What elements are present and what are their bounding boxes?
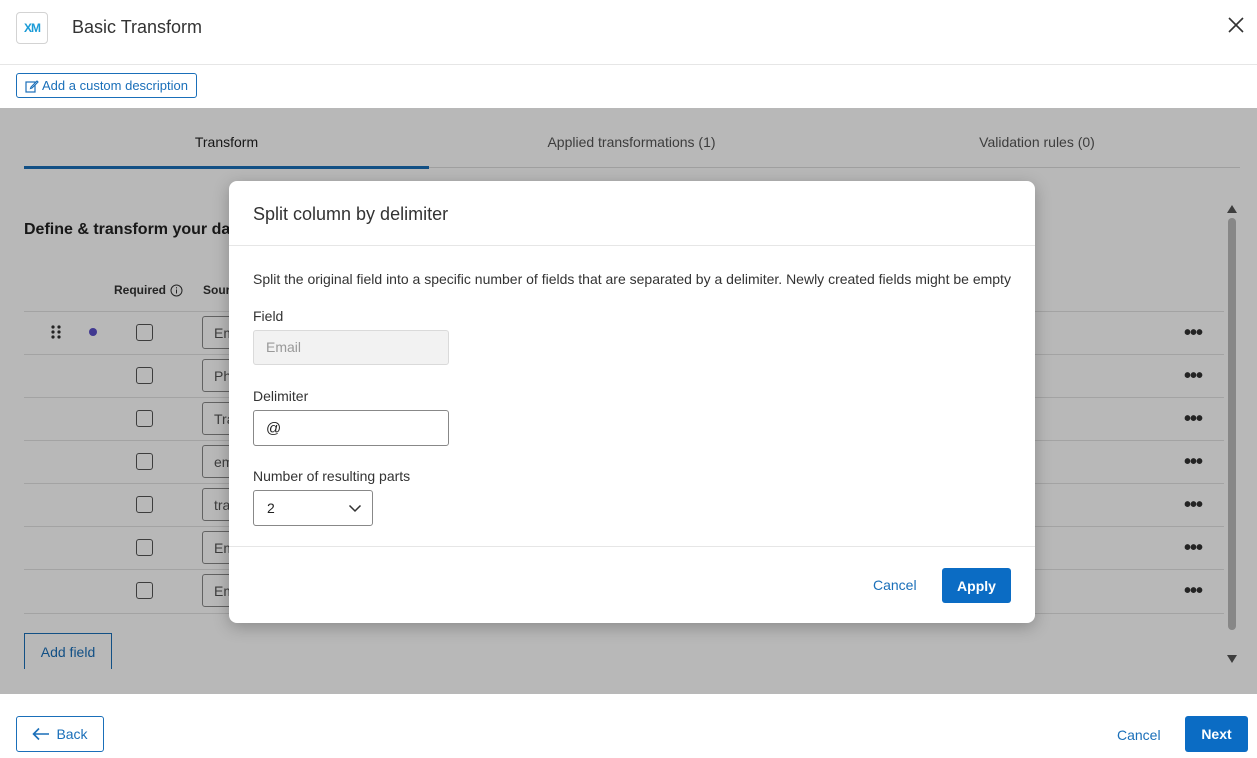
divider [229, 546, 1035, 547]
arrow-left-icon [32, 727, 50, 741]
header: XM Basic Transform [0, 0, 1257, 65]
dialog-title: Split column by delimiter [253, 204, 449, 224]
edit-icon [25, 79, 39, 93]
delimiter-input[interactable] [253, 410, 449, 446]
dialog-description: Split the original field into a specific… [253, 271, 1011, 287]
next-button[interactable]: Next [1185, 716, 1248, 752]
delimiter-label: Delimiter [253, 388, 309, 404]
divider [229, 245, 1035, 246]
back-label: Back [56, 726, 88, 742]
close-icon[interactable] [1225, 14, 1247, 36]
footer-cancel-button[interactable]: Cancel [1117, 727, 1161, 743]
parts-value: 2 [267, 500, 275, 516]
footer: Back Cancel Next [0, 694, 1257, 758]
dialog-cancel-button[interactable]: Cancel [873, 577, 917, 593]
page-title: Basic Transform [72, 17, 203, 37]
back-button[interactable]: Back [16, 716, 104, 752]
chevron-down-icon [348, 504, 362, 513]
resulting-parts-select[interactable]: 2 [253, 490, 373, 526]
add-description-label: Add a custom description [42, 78, 188, 93]
xm-logo: XM [16, 12, 48, 44]
add-description-button[interactable]: Add a custom description [16, 73, 197, 98]
split-column-dialog: Split column by delimiter Split the orig… [229, 181, 1035, 623]
field-label: Field [253, 308, 284, 324]
field-input: Email [253, 330, 449, 365]
apply-button[interactable]: Apply [942, 568, 1011, 603]
parts-label: Number of resulting parts [253, 468, 411, 484]
